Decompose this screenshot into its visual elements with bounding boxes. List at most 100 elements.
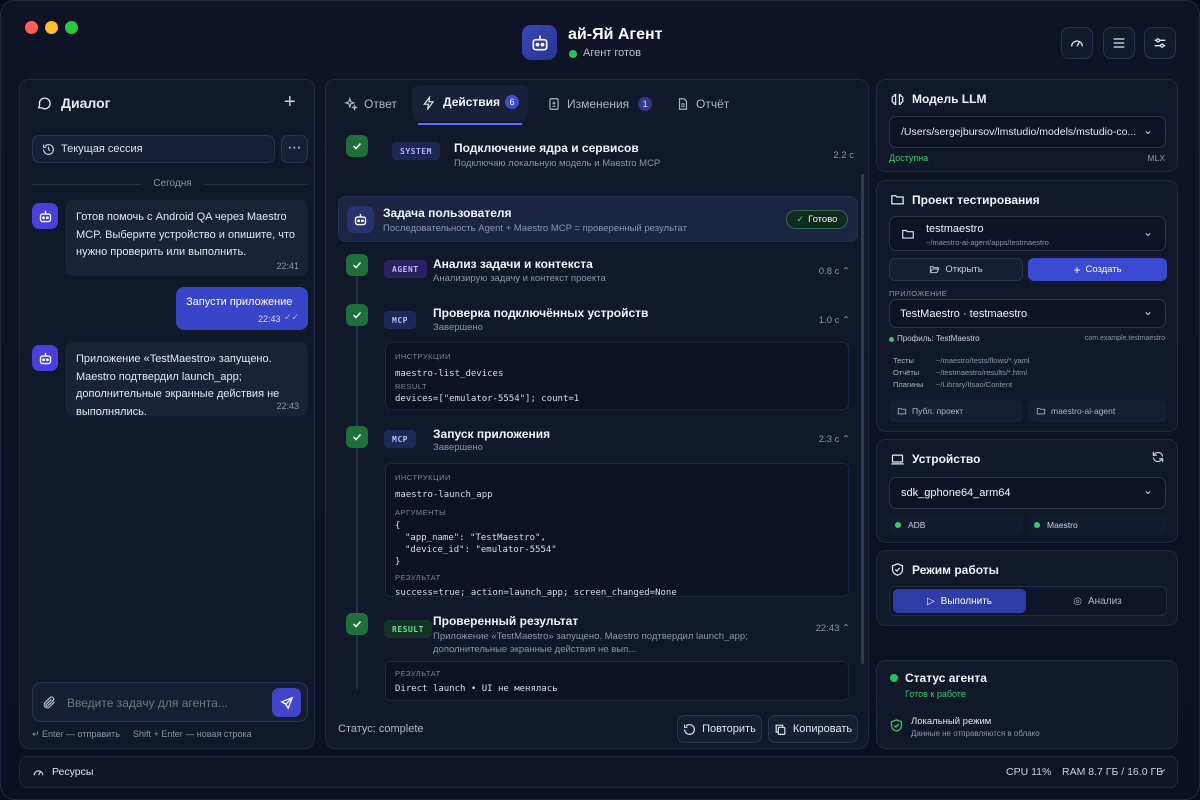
- robot-icon: [532, 35, 547, 51]
- mode-run-button[interactable]: ▷ Выполнить: [893, 589, 1026, 613]
- minimize-window-button[interactable]: [45, 21, 58, 34]
- hint-shift-enter: Shift + Enter — новая строка: [133, 729, 252, 739]
- step-badge: AGENT: [384, 260, 427, 278]
- user-task-card[interactable]: Задача пользователя Последовательность A…: [338, 196, 858, 242]
- open-project-button[interactable]: Открыть: [889, 258, 1023, 281]
- llm-format: MLX: [1147, 153, 1165, 163]
- project-path: ~/maestro-ai-agent/apps/testmaestro: [926, 238, 1049, 247]
- tab-actions[interactable]: Действия 6: [412, 85, 528, 125]
- date-divider: Сегодня: [153, 178, 192, 189]
- step-details: ИНСТРУКЦИИ maestro-launch_app АРГУМЕНТЫ …: [385, 463, 849, 598]
- project-select[interactable]: testmaestro ~/maestro-ai-agent/apps/test…: [889, 216, 1166, 251]
- arguments-code: {: [395, 521, 401, 531]
- instruction-code: maestro-launch_app: [395, 490, 493, 500]
- folder-icon: [891, 195, 904, 205]
- chip-label: Публ. проект: [912, 406, 964, 416]
- agent-avatar: [32, 345, 58, 371]
- check-icon: [346, 426, 368, 448]
- step-title: Проверенный результат: [433, 614, 579, 628]
- document-icon: [678, 98, 688, 110]
- create-project-button[interactable]: + Создать: [1028, 258, 1167, 281]
- result-code: success=true; action=launch_app; screen_…: [395, 588, 677, 598]
- task-input[interactable]: [67, 693, 257, 713]
- agent-avatar: [32, 203, 58, 229]
- agent-message: Готов помочь с Android QA через Maestro …: [65, 200, 308, 276]
- zoom-window-button[interactable]: [65, 21, 78, 34]
- folder-icon: [902, 229, 914, 239]
- close-window-button[interactable]: [25, 21, 38, 34]
- brain-icon: [891, 93, 904, 106]
- step-duration: 0.8 с ⌃: [818, 266, 850, 277]
- result-code: devices=["emulator-5554"]; count=1: [395, 394, 580, 404]
- open-label: Открыть: [945, 264, 983, 275]
- new-dialog-button[interactable]: +: [284, 92, 296, 112]
- speed-button[interactable]: [1061, 27, 1093, 59]
- robot-icon: [39, 352, 51, 364]
- step-details: РЕЗУЛЬТАТ Direct launch • UI не менялась: [385, 661, 849, 701]
- llm-panel: Модель LLM /Users/sergejbursov/lmstudio/…: [876, 79, 1178, 172]
- path-row: Тесты ~/maestro/tests/flows/*.yaml: [893, 356, 1030, 365]
- step-check-devices: MCP Проверка подключённых устройств Заве…: [346, 302, 862, 422]
- menu-button[interactable]: [1103, 27, 1135, 59]
- local-mode-title: Локальный режим: [911, 716, 992, 727]
- step-subtitle: Завершено: [433, 322, 483, 333]
- agent-ready-text: Готов к работе: [905, 689, 966, 699]
- tab-report-label: Отчёт: [696, 97, 730, 111]
- result-label: РЕЗУЛЬТАТ: [395, 573, 441, 582]
- step-title: Анализ задачи и контекста: [433, 257, 593, 271]
- publish-project-chip[interactable]: Публ. проект: [889, 400, 1023, 422]
- retry-button[interactable]: Повторить: [677, 715, 762, 743]
- refresh-devices-button[interactable]: [1151, 450, 1165, 469]
- profile-label: Профиль: TestMaestro: [897, 334, 980, 343]
- tab-actions-count: 6: [505, 95, 519, 109]
- model-path-select[interactable]: /Users/sergejbursov/lmstudio/models/mstu…: [889, 116, 1166, 148]
- mode-run-label: Выполнить: [940, 595, 993, 607]
- tab-report[interactable]: Отчёт: [676, 94, 729, 114]
- step-duration: 1.0 с ⌃: [818, 315, 850, 326]
- task-input-box[interactable]: [32, 682, 308, 722]
- path-list: Тесты ~/maestro/tests/flows/*.yaml Отчёты…: [893, 356, 1163, 392]
- check-icon: [346, 254, 368, 276]
- device-select[interactable]: sdk_gphone64_arm64 ⌄: [889, 477, 1166, 509]
- step-badge: MCP: [384, 430, 416, 448]
- mode-analyze-label: Анализ: [1087, 595, 1122, 607]
- tab-answer[interactable]: Ответ: [344, 94, 397, 114]
- send-icon: [279, 696, 293, 710]
- step-badge: RESULT: [384, 620, 432, 638]
- app-name: TestMaestro · testmaestro: [900, 308, 1028, 320]
- settings-button[interactable]: [1144, 27, 1176, 59]
- agent-status-title: Статус агента: [905, 671, 987, 685]
- timeline-scrollbar[interactable]: [861, 174, 864, 664]
- read-checkmark-icon: ✓✓: [284, 312, 300, 322]
- gauge-icon: [33, 770, 44, 776]
- session-more-button[interactable]: ⋯: [281, 135, 308, 163]
- tab-changes[interactable]: Изменения 1: [547, 94, 653, 114]
- session-selector[interactable]: Текущая сессия: [32, 135, 275, 163]
- app-window: ай-Яй Агент Агент готов Диалог + Текущая…: [0, 0, 1200, 800]
- chip-label: maestro-ai-agent: [1051, 406, 1116, 416]
- chevron-down-icon[interactable]: ⌄: [1158, 762, 1167, 775]
- status-dot: [895, 522, 901, 528]
- agent-status-text: Агент готов: [583, 47, 641, 59]
- send-button[interactable]: [272, 688, 301, 717]
- copy-button[interactable]: Копировать: [768, 715, 858, 743]
- paperclip-icon[interactable]: [42, 695, 57, 710]
- date-divider-line: [32, 184, 142, 185]
- arguments-code: }: [395, 557, 401, 567]
- folder-icon: [1036, 408, 1046, 415]
- date-divider-line: [203, 184, 308, 185]
- run-status: Статус: complete: [338, 723, 424, 735]
- hint-enter: ↵ Enter — отправить: [32, 729, 120, 739]
- robot-icon: [354, 213, 367, 226]
- instruction-code: maestro-list_devices: [395, 369, 504, 379]
- step-title: Запуск приложения: [433, 427, 551, 441]
- check-icon: [346, 135, 368, 157]
- app-select[interactable]: TestMaestro · testmaestro ⌄: [889, 299, 1166, 328]
- message-text: Готов помочь с Android QA через Maestro …: [76, 211, 296, 258]
- instructions-label: ИНСТРУКЦИИ: [395, 473, 451, 482]
- more-icon: ⋯: [287, 139, 302, 155]
- chevron-down-icon: ⌄: [1142, 483, 1153, 497]
- mode-analyze-button[interactable]: ◎ Анализ: [1031, 589, 1164, 613]
- resources-label[interactable]: Ресурсы: [52, 766, 93, 778]
- repo-chip[interactable]: maestro-ai-agent: [1028, 400, 1167, 422]
